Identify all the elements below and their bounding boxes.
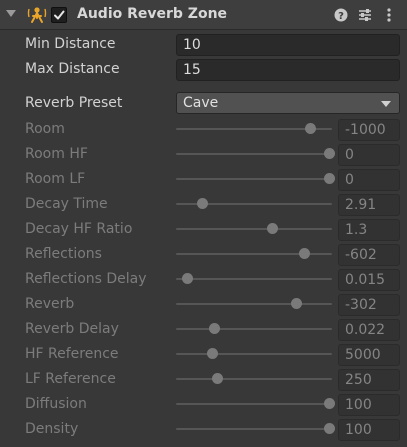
room-label: Room bbox=[25, 121, 65, 137]
room-lf-field[interactable]: 0 bbox=[338, 169, 400, 191]
diffusion-field[interactable]: 100 bbox=[338, 394, 400, 416]
min-distance-field[interactable]: 10 bbox=[176, 34, 400, 56]
component-enabled-checkbox[interactable] bbox=[51, 7, 67, 23]
slider-track bbox=[176, 378, 332, 380]
audio-reverb-zone-icon bbox=[27, 7, 47, 23]
slider-track bbox=[176, 278, 332, 280]
dropdown-arrow-icon bbox=[381, 101, 391, 107]
slider-track bbox=[176, 353, 332, 355]
room-field[interactable]: -1000 bbox=[338, 119, 400, 141]
slider-track bbox=[176, 178, 332, 180]
hf-reference-label: HF Reference bbox=[25, 346, 119, 362]
foldout-arrow-icon[interactable] bbox=[6, 10, 16, 17]
decay-hf-ratio-slider[interactable] bbox=[176, 219, 332, 239]
preset-icon[interactable] bbox=[357, 7, 373, 23]
room-hf-slider[interactable] bbox=[176, 144, 335, 164]
slider-thumb[interactable] bbox=[291, 298, 302, 309]
decay-time-label: Decay Time bbox=[25, 196, 108, 212]
reverb-field[interactable]: -302 bbox=[338, 294, 400, 316]
reverb-preset-dropdown[interactable]: Cave bbox=[176, 92, 400, 114]
reverb-preset-value: Cave bbox=[183, 95, 219, 111]
slider-thumb[interactable] bbox=[196, 198, 208, 209]
slider-track bbox=[176, 228, 332, 230]
room-lf-label: Room LF bbox=[25, 171, 86, 187]
component-header[interactable]: Audio Reverb Zone ? bbox=[0, 0, 407, 30]
reflections-label: Reflections bbox=[25, 246, 102, 262]
slider-thumb[interactable] bbox=[324, 173, 335, 184]
audio-reverb-zone-panel: Audio Reverb Zone ? Min Distance 10 Max … bbox=[0, 0, 407, 447]
hf-reference-slider[interactable] bbox=[176, 344, 332, 364]
room-lf-slider[interactable] bbox=[176, 169, 335, 189]
slider-thumb[interactable] bbox=[298, 248, 310, 259]
reverb-label: Reverb bbox=[25, 296, 75, 312]
svg-text:?: ? bbox=[338, 11, 344, 22]
slider-thumb[interactable] bbox=[207, 348, 218, 359]
reflections-slider[interactable] bbox=[176, 244, 332, 264]
reverb-delay-slider[interactable] bbox=[176, 319, 332, 339]
lf-reference-slider[interactable] bbox=[176, 369, 332, 389]
reverb-slider[interactable] bbox=[176, 294, 332, 314]
decay-hf-ratio-label: Decay HF Ratio bbox=[25, 221, 133, 237]
slider-thumb[interactable] bbox=[211, 373, 223, 384]
slider-track bbox=[176, 428, 332, 430]
diffusion-slider[interactable] bbox=[176, 394, 335, 414]
min-distance-label: Min Distance bbox=[25, 36, 116, 52]
slider-thumb[interactable] bbox=[305, 123, 317, 134]
slider-track bbox=[176, 303, 332, 305]
reflections-delay-field[interactable]: 0.015 bbox=[338, 269, 400, 291]
decay-time-field[interactable]: 2.91 bbox=[338, 194, 400, 216]
room-hf-field[interactable]: 0 bbox=[338, 144, 400, 166]
component-title: Audio Reverb Zone bbox=[77, 6, 228, 22]
reverb-preset-label: Reverb Preset bbox=[25, 95, 123, 111]
max-distance-field[interactable]: 15 bbox=[176, 59, 400, 81]
checkmark-icon bbox=[54, 10, 65, 20]
slider-thumb[interactable] bbox=[324, 398, 335, 409]
reflections-delay-slider[interactable] bbox=[176, 269, 332, 289]
slider-thumb[interactable] bbox=[208, 323, 220, 334]
density-field[interactable]: 100 bbox=[338, 419, 400, 441]
reverb-delay-label: Reverb Delay bbox=[25, 321, 119, 337]
slider-track bbox=[176, 328, 332, 330]
slider-thumb[interactable] bbox=[181, 273, 193, 284]
slider-thumb[interactable] bbox=[324, 148, 335, 159]
reflections-delay-label: Reflections Delay bbox=[25, 271, 147, 287]
help-icon[interactable]: ? bbox=[333, 7, 349, 23]
decay-time-slider[interactable] bbox=[176, 194, 332, 214]
density-label: Density bbox=[25, 421, 79, 437]
density-slider[interactable] bbox=[176, 419, 335, 439]
lf-reference-field[interactable]: 250 bbox=[338, 369, 400, 391]
slider-thumb[interactable] bbox=[324, 423, 335, 434]
diffusion-label: Diffusion bbox=[25, 396, 87, 412]
reverb-delay-field[interactable]: 0.022 bbox=[338, 319, 400, 341]
slider-track bbox=[176, 153, 332, 155]
reflections-field[interactable]: -602 bbox=[338, 244, 400, 266]
room-hf-label: Room HF bbox=[25, 146, 88, 162]
hf-reference-field[interactable]: 5000 bbox=[338, 344, 400, 366]
kebab-menu-icon[interactable] bbox=[381, 7, 397, 23]
room-slider[interactable] bbox=[176, 119, 332, 139]
slider-track bbox=[176, 403, 332, 405]
slider-thumb[interactable] bbox=[267, 223, 278, 234]
decay-hf-ratio-field[interactable]: 1.3 bbox=[338, 219, 400, 241]
max-distance-label: Max Distance bbox=[25, 61, 120, 77]
lf-reference-label: LF Reference bbox=[25, 371, 116, 387]
